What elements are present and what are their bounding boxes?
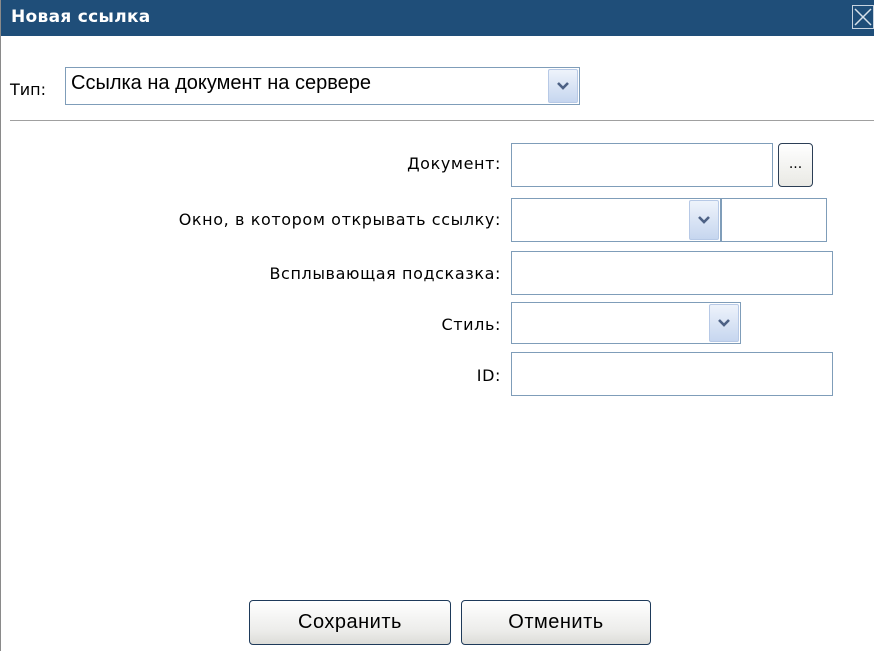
target-window-input[interactable]	[721, 198, 827, 242]
target-window-label: Окно, в котором открывать ссылку:	[178, 210, 501, 229]
close-icon[interactable]	[852, 5, 874, 29]
type-label: Тип:	[10, 80, 47, 99]
new-link-dialog: Новая ссылка Тип: Ссылка на документ на …	[0, 0, 874, 651]
target-window-select[interactable]	[511, 198, 721, 242]
save-button[interactable]: Сохранить	[249, 600, 451, 645]
type-select-value: Ссылка на документ на сервере	[71, 72, 371, 94]
style-label: Стиль:	[441, 315, 501, 334]
chevron-down-icon[interactable]	[689, 200, 719, 240]
id-label: ID:	[476, 366, 501, 385]
divider	[10, 120, 874, 121]
dialog-title: Новая ссылка	[11, 7, 151, 27]
document-label: Документ:	[407, 154, 501, 173]
chevron-down-icon[interactable]	[548, 69, 578, 103]
dialog-titlebar: Новая ссылка	[1, 0, 874, 36]
tooltip-label: Всплывающая подсказка:	[269, 264, 501, 283]
browse-button[interactable]: ...	[778, 143, 813, 187]
style-select[interactable]	[511, 302, 741, 344]
type-select[interactable]: Ссылка на документ на сервере	[65, 67, 580, 105]
id-input[interactable]	[511, 352, 833, 396]
cancel-button[interactable]: Отменить	[461, 600, 651, 645]
document-input[interactable]	[511, 143, 773, 187]
tooltip-input[interactable]	[511, 251, 833, 295]
chevron-down-icon[interactable]	[709, 304, 739, 342]
